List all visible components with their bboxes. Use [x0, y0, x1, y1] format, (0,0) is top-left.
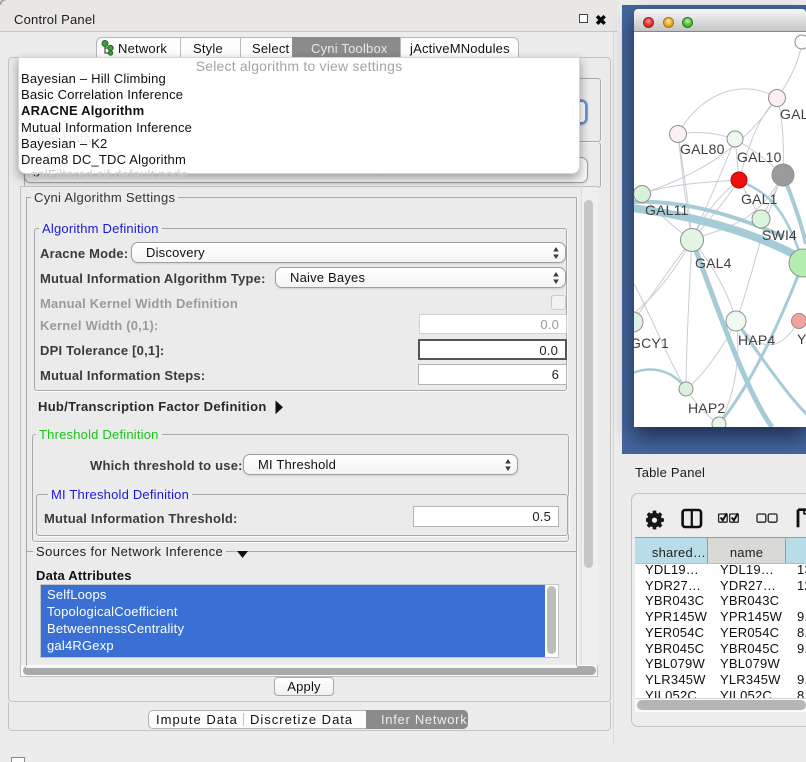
svg-text:SWI4: SWI4: [762, 227, 797, 243]
svg-text:GAL11: GAL11: [645, 202, 689, 218]
svg-text:GAL7: GAL7: [780, 106, 806, 122]
svg-text:YD: YD: [797, 331, 806, 347]
svg-text:GAL1: GAL1: [741, 191, 778, 207]
svg-text:GAL80: GAL80: [680, 141, 725, 157]
svg-text:GAL10: GAL10: [737, 149, 782, 165]
svg-text:HAP2: HAP2: [688, 400, 725, 416]
svg-text:GAL4: GAL4: [695, 255, 732, 271]
svg-text:HAP4: HAP4: [738, 332, 775, 348]
svg-text:GCY1: GCY1: [634, 335, 669, 351]
